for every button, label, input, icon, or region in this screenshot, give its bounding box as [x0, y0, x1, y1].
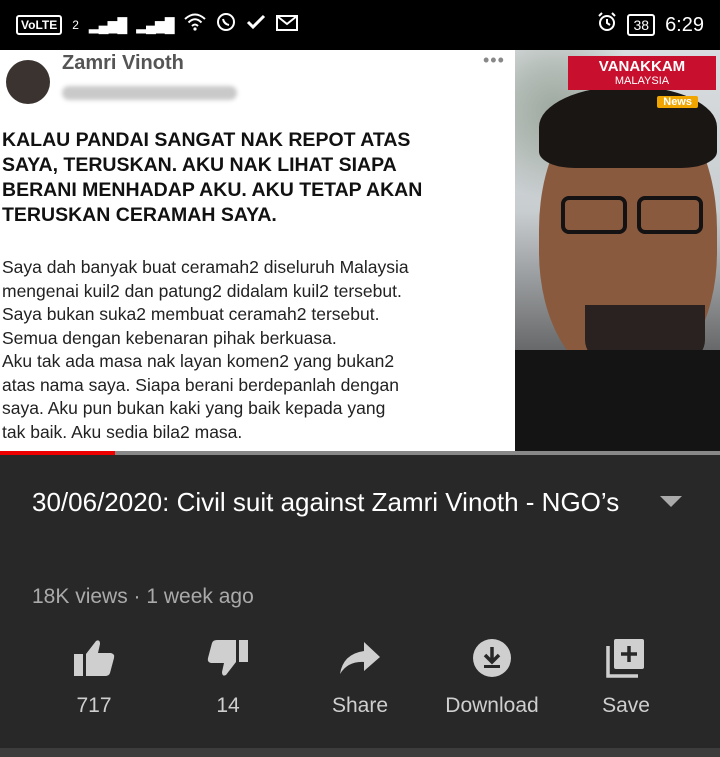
dislike-button[interactable]: 14 — [158, 628, 298, 718]
video-title[interactable]: 30/06/2020: Civil suit against Zamri Vin… — [32, 483, 642, 521]
blurred-timestamp — [62, 86, 237, 100]
logo-subtitle: MALAYSIA — [568, 75, 716, 90]
video-meta: 18K views · 1 week ago — [32, 585, 254, 608]
alarm-icon — [597, 12, 617, 38]
expand-chevron-icon[interactable] — [660, 496, 682, 507]
whatsapp-icon — [216, 12, 236, 38]
battery-level: 38 — [627, 14, 656, 36]
clock: 6:29 — [665, 13, 704, 36]
wifi-icon — [183, 13, 206, 37]
download-label: Download — [445, 694, 539, 717]
dislike-count: 14 — [216, 694, 240, 717]
video-thumbnail[interactable]: Zamri Vinoth ••• KALAU PANDAI SANGAT NAK… — [0, 50, 720, 454]
post-headline: KALAU PANDAI SANGAT NAK REPOT ATAS SAYA,… — [2, 129, 423, 226]
facebook-post-screenshot: Zamri Vinoth ••• KALAU PANDAI SANGAT NAK… — [0, 50, 515, 454]
check-icon — [246, 13, 266, 37]
more-options-icon: ••• — [483, 50, 505, 70]
post-body: Saya dah banyak buat ceramah2 diseluruh … — [2, 257, 409, 442]
sim-number: 2 — [72, 18, 79, 32]
download-icon — [422, 628, 562, 688]
shirt — [515, 350, 720, 454]
action-bar: 717 14 Share Download Save — [0, 628, 720, 738]
status-right: 38 6:29 — [597, 12, 704, 38]
save-button[interactable]: Save — [556, 628, 696, 718]
channel-logo: VANAKKAM MALAYSIA News — [568, 56, 716, 108]
avatar — [6, 60, 50, 104]
signal-icon-2: ▂▄▆█ — [136, 16, 174, 33]
status-left: VoLTE 2 ▂▄▆█ ▂▄▆█ — [16, 12, 298, 38]
share-button[interactable]: Share — [290, 628, 430, 718]
status-bar: VoLTE 2 ▂▄▆█ ▂▄▆█ 38 6:29 — [0, 0, 720, 50]
mail-icon — [275, 14, 298, 37]
signal-icon: ▂▄▆█ — [88, 16, 127, 33]
share-icon — [290, 628, 430, 688]
save-label: Save — [602, 694, 650, 717]
poster-name: Zamri Vinoth — [62, 52, 184, 74]
progress-fill — [0, 451, 116, 455]
portrait-photo — [515, 50, 720, 454]
logo-title: VANAKKAM — [568, 56, 716, 75]
thumbs-up-icon — [24, 628, 164, 688]
like-button[interactable]: 717 — [24, 628, 164, 718]
like-count: 717 — [76, 694, 112, 717]
download-button[interactable]: Download — [422, 628, 562, 718]
save-icon — [556, 628, 696, 688]
volte-badge: VoLTE — [16, 15, 63, 35]
share-label: Share — [331, 694, 389, 717]
logo-news-tag: News — [657, 96, 698, 108]
thumbs-down-icon — [158, 628, 298, 688]
glasses-right — [637, 196, 703, 234]
glasses-left — [561, 196, 627, 234]
bottom-divider — [0, 748, 720, 757]
